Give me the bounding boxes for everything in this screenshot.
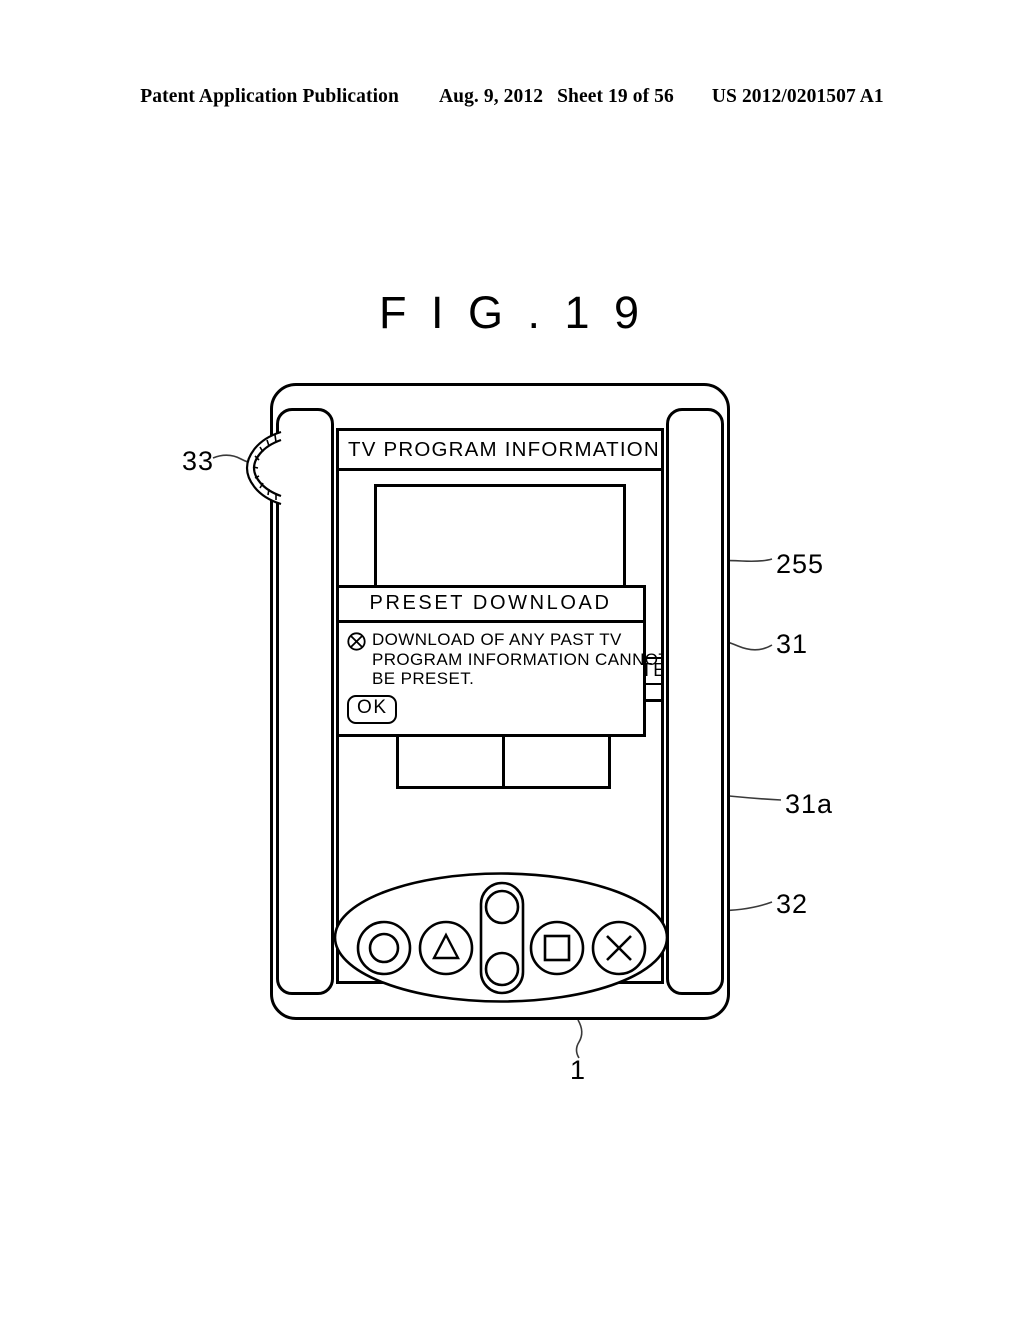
portable-device: TV PROGRAM INFORMATION i PRESET DOWNLOAD: [245, 383, 730, 1020]
reference-label-31a: 31a: [785, 789, 834, 819]
dialog-message-line-2: PROGRAM INFORMATION CANNOT: [372, 649, 664, 669]
reference-label-33: 33: [182, 446, 215, 476]
reference-label-32: 32: [776, 889, 809, 919]
control-pad-graphic: [333, 872, 669, 1003]
dialog-message-line-1: DOWNLOAD OF ANY PAST TV: [372, 630, 622, 649]
circle-icon: [368, 932, 400, 964]
dialog-message-row: DOWNLOAD OF ANY PAST TV PROGRAM INFORMAT…: [347, 630, 661, 689]
jog-dial-wheel[interactable]: [245, 430, 285, 506]
dialog-ok-button[interactable]: OK: [347, 695, 397, 725]
dpad-down-button[interactable]: [484, 951, 520, 987]
preset-download-dialog: PRESET DOWNLOAD DOWNLOAD OF ANY PAST TV …: [339, 585, 661, 738]
screen-header-bar: TV PROGRAM INFORMATION i: [339, 431, 661, 471]
reference-label-1: 1: [570, 1055, 587, 1085]
triangle-button[interactable]: [418, 920, 474, 976]
jog-dial-icon: [245, 430, 282, 506]
reference-label-255: 255: [776, 549, 825, 579]
circle-button[interactable]: [356, 920, 412, 976]
dialog-title: PRESET DOWNLOAD: [339, 588, 643, 623]
dialog-message: DOWNLOAD OF ANY PAST TV PROGRAM INFORMAT…: [372, 630, 664, 689]
x-circle-icon: [347, 632, 366, 651]
cross-button[interactable]: [591, 920, 647, 976]
leader-line-1: [575, 1019, 583, 1059]
info-circle-icon[interactable]: i: [662, 438, 664, 461]
dpad[interactable]: [479, 881, 525, 995]
square-button[interactable]: [529, 920, 585, 976]
screen-title: TV PROGRAM INFORMATION: [348, 437, 660, 461]
dpad-up-button[interactable]: [484, 889, 520, 925]
device-right-bezel: [666, 408, 724, 995]
control-pad: [332, 870, 670, 1005]
dialog-message-line-3: BE PRESET.: [372, 669, 475, 689]
dialog-body: DOWNLOAD OF ANY PAST TV PROGRAM INFORMAT…: [339, 623, 661, 734]
square-icon: [543, 934, 571, 962]
reference-label-31: 31: [776, 629, 809, 659]
